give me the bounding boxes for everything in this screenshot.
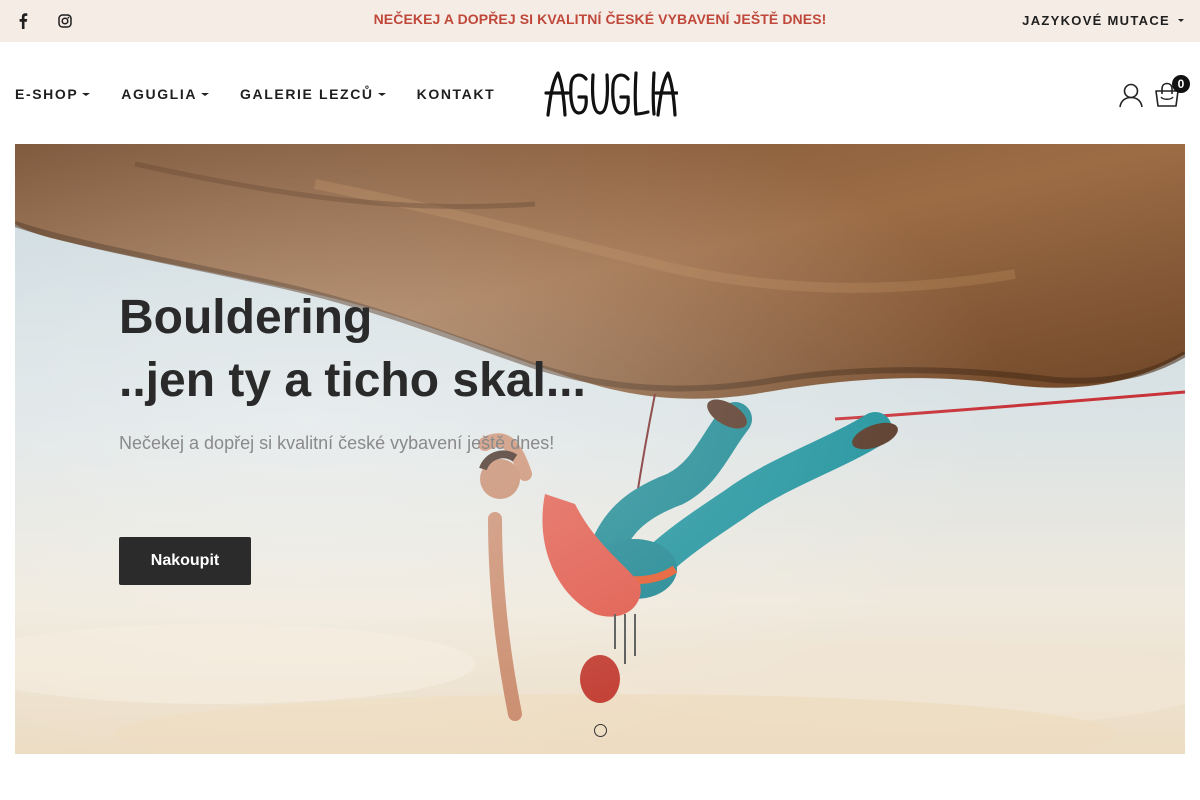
chevron-down-icon [201,92,210,96]
hero-subtitle: Nečekej a dopřej si kvalitní české vybav… [119,433,555,453]
nav-item-label: KONTAKT [416,86,496,102]
nav-item-label: GALERIE LEZCŮ [240,86,374,102]
hero-title: Bouldering ..jen ty a ticho skal... [119,291,586,407]
chevron-down-icon [1178,19,1184,22]
language-selector[interactable]: JAZYKOVÉ MUTACE [1022,13,1184,28]
chevron-down-icon [82,92,91,96]
language-selector-label: JAZYKOVÉ MUTACE [1022,13,1170,28]
nav-item-kontakt[interactable]: KONTAKT [417,86,496,102]
chevron-down-icon [377,92,386,96]
cart-count-badge: 0 [1172,75,1190,93]
promo-banner-text: NEČEKEJ A DOPŘEJ SI KVALITNÍ ČESKÉ VYBAV… [373,11,827,27]
shop-now-button[interactable]: Nakoupit [119,537,251,585]
top-bar: NEČEKEJ A DOPŘEJ SI KVALITNÍ ČESKÉ VYBAV… [0,0,1200,42]
nav-item-label: E-SHOP [15,86,79,102]
nav-item-eshop[interactable]: E-SHOP [15,86,91,102]
nav-item-aguglia[interactable]: AGUGLIA [121,86,210,102]
nav-item-label: AGUGLIA [121,86,198,102]
aguglia-logo[interactable] [544,69,678,117]
nav-item-galerie-lezcu[interactable]: GALERIE LEZCŮ [240,86,386,102]
site-header: E-SHOP AGUGLIA GALERIE LEZCŮ KONTAKT 0 [0,42,1200,144]
main-nav: E-SHOP AGUGLIA GALERIE LEZCŮ KONTAKT [15,86,526,102]
slider-dot[interactable] [594,724,607,737]
hero-slider: Bouldering ..jen ty a ticho skal... Neče… [15,144,1185,754]
user-account-icon[interactable] [1118,82,1144,108]
